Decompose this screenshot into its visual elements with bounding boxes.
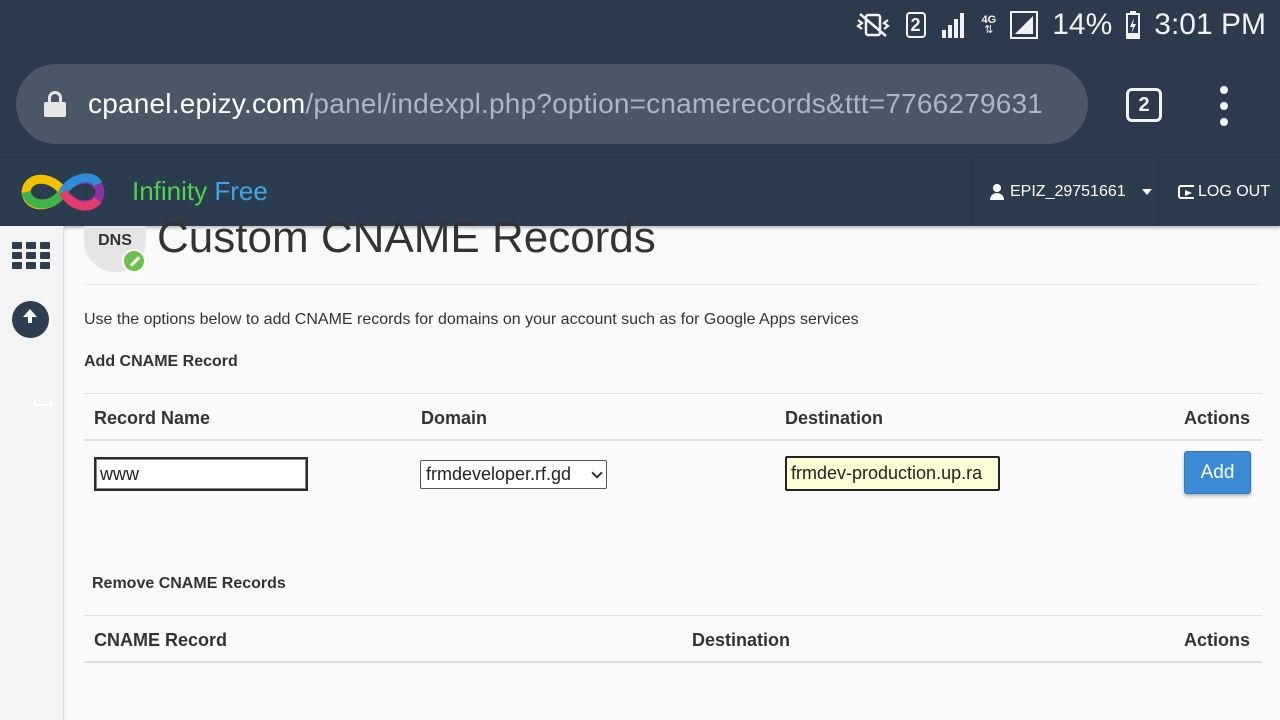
url-host: cpanel.epizy.com (88, 88, 306, 119)
destination-input[interactable] (785, 456, 1000, 491)
col-actions: Actions (1184, 630, 1251, 650)
sim-icon: 2 (905, 12, 926, 38)
network-type-label: 4G (981, 13, 997, 26)
vibrate-mute-icon (854, 11, 892, 39)
address-bar[interactable]: cpanel.epizy.com/panel/indexpl.php?optio… (16, 64, 1088, 144)
apps-grid-icon[interactable] (12, 242, 50, 270)
col-destination: Destination (692, 630, 791, 650)
user-icon (990, 184, 1004, 200)
infinity-logo[interactable] (18, 168, 108, 216)
username: EPIZ_29751661 (1010, 183, 1126, 200)
brand-free: Free (214, 176, 268, 206)
intro-text: Use the options below to add CNAME recor… (84, 311, 859, 328)
url-text[interactable]: cpanel.epizy.com/panel/indexpl.php?optio… (88, 88, 1043, 120)
col-domain: Domain (421, 408, 488, 428)
logout-label: LOG OUT (1198, 183, 1271, 200)
network-type-icon: 4G ⇅ (981, 13, 997, 36)
chevron-down-icon (591, 467, 603, 479)
table-row: frmdeveloper.rf.gd Add (84, 441, 1262, 507)
add-button[interactable]: Add (1184, 451, 1251, 494)
battery-percent: 14% (1052, 8, 1113, 41)
sidebar (0, 226, 64, 720)
signal-2-icon (1010, 11, 1039, 39)
col-record-name: Record Name (94, 408, 211, 428)
brand-name[interactable]: Infinity Free (132, 176, 268, 207)
logout-button[interactable]: LOG OUT (1178, 158, 1270, 226)
remove-records-heading: Remove CNAME Records (92, 575, 286, 592)
browser-toolbar: cpanel.epizy.com/panel/indexpl.php?optio… (0, 50, 1280, 158)
user-menu[interactable]: EPIZ_29751661 (971, 158, 1159, 226)
status-bar: 2 4G ⇅ 14% 3:01 PM (0, 0, 1280, 50)
col-actions: Actions (1184, 408, 1251, 428)
lock-icon[interactable] (44, 91, 66, 117)
title-divider (84, 284, 1260, 285)
url-path: /panel/indexpl.php?option=cnamerecords&t… (305, 88, 1044, 119)
remove-cname-table: CNAME Record Destination Actions (84, 615, 1262, 663)
main-content: DNS Custom CNAME Records Use the options… (64, 214, 1280, 720)
sign-out-icon (1178, 185, 1194, 199)
domain-select-value: frmdeveloper.rf.gd (426, 464, 572, 484)
table-header-row: Record Name Domain Destination Actions (84, 393, 1262, 441)
upload-icon[interactable] (12, 301, 52, 406)
caret-down-icon (1141, 189, 1152, 195)
signal-icon (940, 12, 968, 38)
tab-switcher-button[interactable]: 2 (1126, 88, 1162, 122)
domain-select[interactable]: frmdeveloper.rf.gd (420, 460, 607, 489)
table-header-row: CNAME Record Destination Actions (84, 615, 1262, 663)
status-icons: 2 4G ⇅ 14% 3:01 PM (854, 8, 1266, 42)
battery-charging-icon (1126, 11, 1141, 39)
browser-menu-icon[interactable] (1212, 86, 1236, 126)
pencil-icon (122, 249, 146, 273)
page-title: Custom CNAME Records (157, 213, 656, 262)
add-record-heading: Add CNAME Record (84, 353, 238, 370)
brand-infinity: Infinity (132, 176, 208, 206)
dns-badge-label: DNS (98, 232, 132, 249)
clock: 3:01 PM (1154, 8, 1266, 41)
col-cname-record: CNAME Record (94, 630, 228, 650)
record-name-input[interactable] (94, 457, 308, 491)
col-destination: Destination (785, 408, 884, 428)
add-cname-table: Record Name Domain Destination Actions f… (84, 393, 1262, 507)
